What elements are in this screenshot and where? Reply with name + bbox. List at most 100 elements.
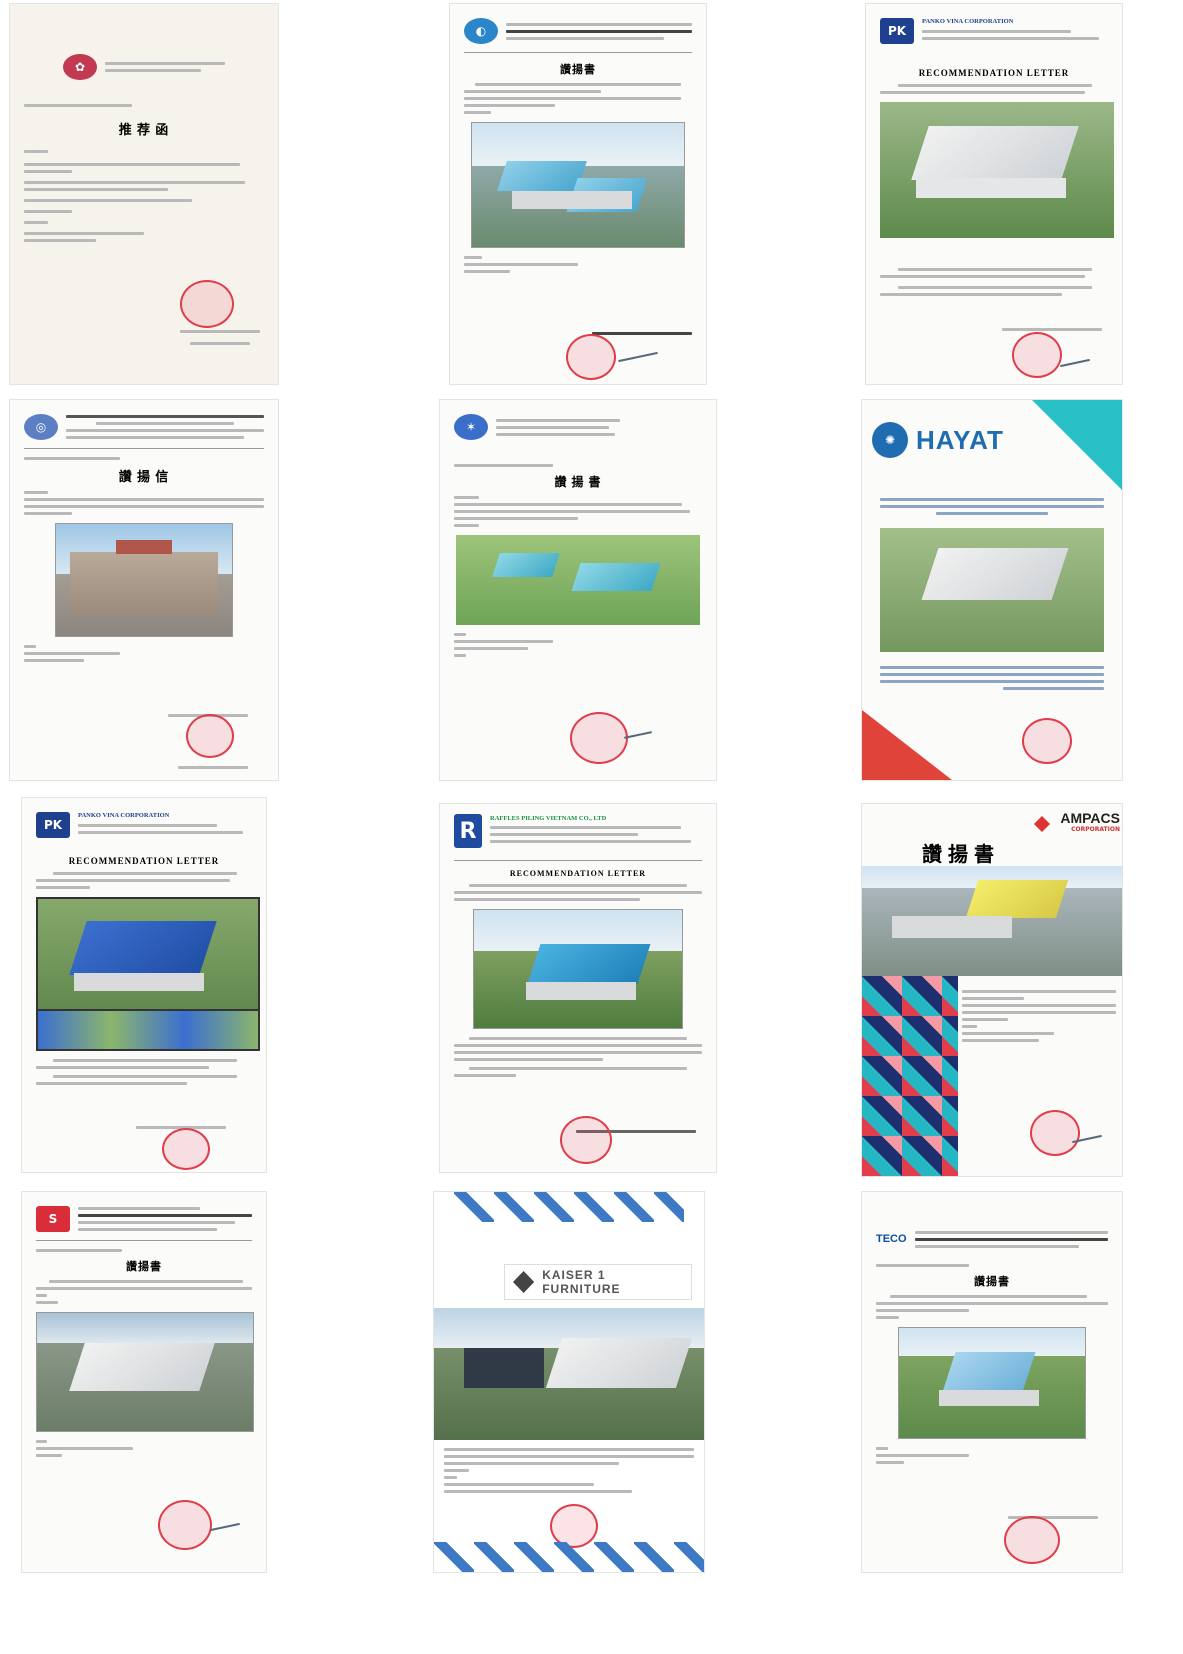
- factory-photo: [473, 909, 683, 1029]
- company-name: AMPACS: [1060, 810, 1120, 826]
- document-title: RECOMMENDATION LETTER: [509, 869, 647, 878]
- decorative-line: [24, 457, 120, 460]
- document-d1[interactable]: ✿ 推 荐 函: [10, 4, 278, 384]
- decorative-line: [889, 1295, 1088, 1298]
- decorative-line: [454, 524, 479, 527]
- decorative-line: [78, 1207, 200, 1210]
- decorative-line: [36, 879, 231, 882]
- decorative-line: [24, 163, 240, 166]
- decorative-line: [464, 263, 578, 266]
- hayat-logo-icon: ✺: [872, 422, 908, 458]
- decorative-diamonds: [454, 1192, 684, 1222]
- document-d11[interactable]: KAISER 1 FURNITURE: [434, 1192, 704, 1572]
- decorative-line: [506, 36, 665, 40]
- factory-photo: [862, 866, 1122, 976]
- decorative-line: [880, 673, 1104, 676]
- decorative-line: [36, 1301, 58, 1304]
- decorative-diamonds: [862, 976, 958, 1176]
- decorative-line: [454, 510, 690, 513]
- decorative-line: [24, 659, 84, 662]
- decorative-line: [496, 425, 610, 429]
- company-name: RAFFLES PILING VIETNAM CO., LTD: [490, 814, 607, 822]
- decorative-line: [464, 104, 556, 107]
- decorative-line: [454, 1044, 702, 1047]
- decorative-line: [914, 1237, 1108, 1241]
- decorative-line: [454, 633, 467, 636]
- decorative-line: [66, 429, 264, 432]
- decorative-line: [1002, 328, 1102, 331]
- decorative-line: [454, 464, 554, 467]
- kaiser-logo-icon: [513, 1271, 535, 1293]
- decorative-line: [464, 111, 492, 114]
- document-title: 推 荐 函: [118, 122, 170, 137]
- kaiser-branding: KAISER 1 FURNITURE: [504, 1264, 692, 1300]
- decorative-line: [962, 1004, 1116, 1007]
- decorative-line: [36, 1082, 188, 1085]
- company-logo-icon: PK: [36, 812, 70, 838]
- factory-photo: [880, 528, 1104, 652]
- decorative-line: [36, 1249, 123, 1252]
- document-d12[interactable]: TECO 讚揚書: [862, 1192, 1122, 1572]
- factory-photo: [434, 1308, 704, 1440]
- decorative-line: [468, 1037, 688, 1040]
- factory-photo: [55, 523, 233, 637]
- document-d4[interactable]: ◎ 讚 揚 信: [10, 400, 278, 780]
- decorative-line: [876, 1309, 969, 1312]
- document-d5[interactable]: ✶ 讚 揚 書: [440, 400, 716, 780]
- factory-photo: [880, 102, 1114, 238]
- decorative-line: [962, 1039, 1039, 1042]
- decorative-line: [105, 62, 225, 65]
- document-d8[interactable]: R RAFFLES PILING VIETNAM CO., LTD RECOMM…: [440, 804, 716, 1172]
- decorative-line: [454, 517, 578, 520]
- decorative-line: [36, 886, 90, 889]
- raffles-logo-icon: R: [454, 814, 482, 848]
- document-title: 讚 揚 書: [554, 475, 602, 489]
- decorative-line: [464, 270, 510, 273]
- decorative-line: [95, 422, 235, 425]
- decorative-line: [962, 990, 1116, 993]
- decorative-line: [24, 505, 264, 508]
- document-d2[interactable]: ◐ 讚揚書: [450, 4, 706, 384]
- ampacs-logo-icon: [1034, 816, 1050, 832]
- company-subtitle: CORPORATION: [1071, 826, 1120, 833]
- decorative-line: [898, 286, 1093, 289]
- document-title: 讚揚書: [126, 1261, 162, 1273]
- company-name: HAYAT: [916, 424, 1004, 455]
- decorative-line: [468, 884, 688, 887]
- decorative-line: [876, 1302, 1108, 1305]
- decorative-line: [444, 1455, 694, 1458]
- document-d3[interactable]: PK PANKO VINA CORPORATION RECOMMENDATION…: [866, 4, 1122, 384]
- red-seal-icon: [1012, 332, 1062, 378]
- decorative-line: [898, 268, 1093, 271]
- decorative-line: [880, 293, 1063, 296]
- decorative-line: [490, 840, 692, 844]
- document-d10[interactable]: S 讚揚書: [22, 1192, 266, 1572]
- company-logo-icon: PK: [880, 18, 914, 44]
- document-d7[interactable]: PK PANKO VINA CORPORATION RECOMMENDATION…: [22, 798, 266, 1172]
- decorative-line: [454, 891, 702, 894]
- red-seal-icon: [570, 712, 628, 764]
- decorative-line: [190, 342, 250, 345]
- red-seal-icon: [1022, 718, 1072, 764]
- decorative-line: [36, 1447, 134, 1450]
- red-seal-icon: [162, 1128, 210, 1170]
- red-seal-icon: [158, 1500, 212, 1550]
- decorative-line: [464, 256, 483, 259]
- document-title: RECOMMENDATION LETTER: [918, 68, 1070, 78]
- decorative-line: [78, 1214, 252, 1217]
- factory-photo: [471, 122, 685, 248]
- decorative-line: [454, 640, 554, 643]
- decorative-line: [1003, 687, 1104, 690]
- decorative-line: [506, 29, 692, 33]
- decorative-line: [24, 181, 245, 184]
- decorative-line: [962, 997, 1024, 1000]
- decorative-line: [180, 330, 260, 333]
- document-d9[interactable]: AMPACS CORPORATION 讚揚書: [862, 804, 1122, 1176]
- decorative-line: [24, 239, 96, 242]
- decorative-line: [444, 1476, 457, 1479]
- decorative-line: [444, 1490, 632, 1493]
- document-d6[interactable]: ✺ HAYAT: [862, 400, 1122, 780]
- document-title: 讚揚書: [560, 64, 596, 76]
- decorative-line: [444, 1469, 469, 1472]
- red-seal-icon: [560, 1116, 612, 1164]
